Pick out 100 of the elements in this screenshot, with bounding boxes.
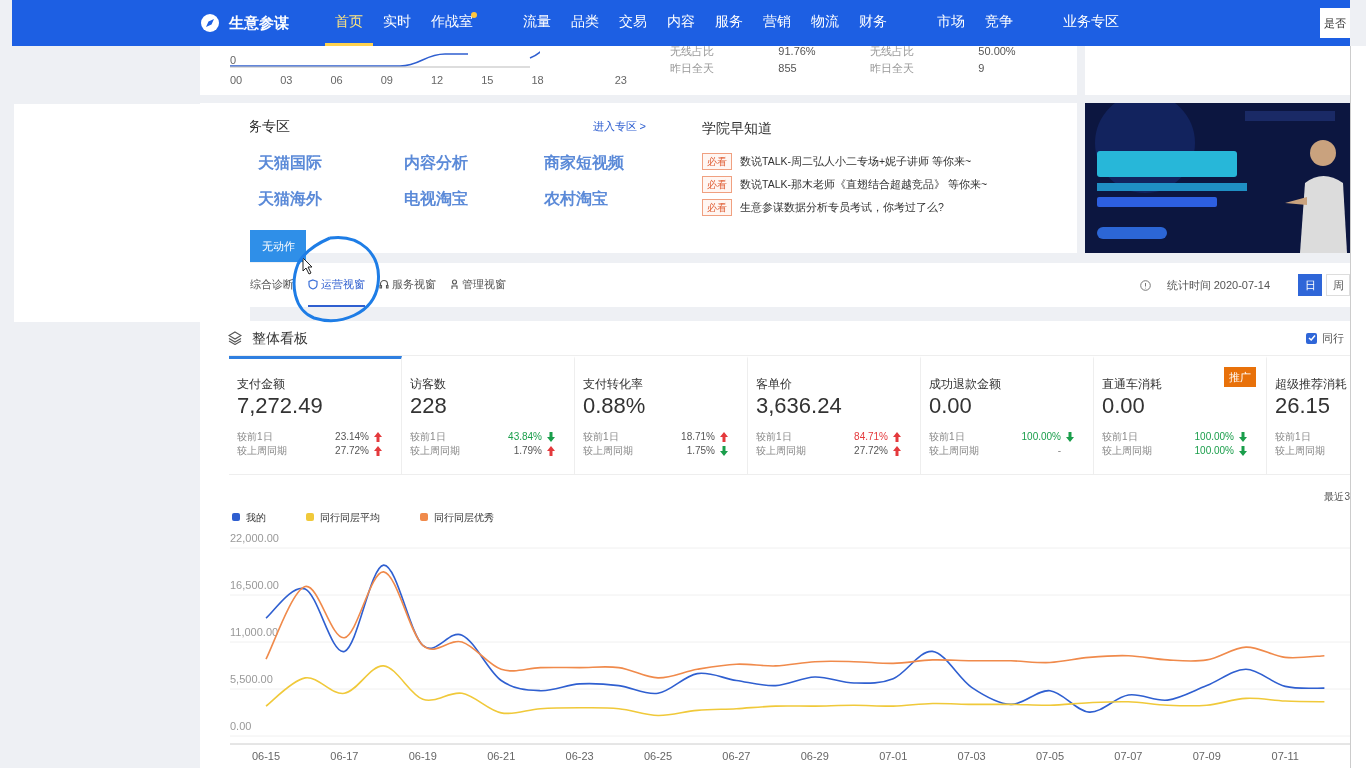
zone-link[interactable]: 内容分析 [404, 151, 544, 175]
stat-label: 昨日全天 [670, 60, 715, 76]
compare-label: 较前1日 [1275, 430, 1312, 444]
metric-label: 访客数 [410, 376, 446, 393]
compare-label: 较上周同期 [583, 444, 634, 458]
hour-tick-label: 09 [380, 73, 393, 88]
nav-item[interactable]: 作战室 [421, 0, 483, 46]
metric-value: 0.88% [583, 392, 647, 420]
academy-title: 学院早知道 [702, 120, 772, 136]
must-read-tag: 必看 [702, 153, 732, 170]
arrow-down-icon [720, 446, 728, 456]
arrow-down-icon [1066, 432, 1074, 442]
corner-button[interactable]: 是否 [1320, 8, 1350, 38]
y-tick-label: 22,000.00 [230, 532, 279, 544]
change-value: 1.75% [685, 444, 715, 458]
change-value: - [1056, 444, 1061, 458]
hour-tick-label: 23 [614, 73, 627, 88]
stat-label: 无线占比 [870, 44, 915, 59]
stat-label: 昨日全天 [870, 60, 915, 76]
metric-card[interactable]: 成功退款金额 0.00 较前1日 100.00% 较上周同期 - [921, 356, 1094, 474]
compare-label: 较上周同期 [1275, 444, 1326, 458]
x-tick-label: 06-27 [722, 750, 751, 762]
zone-link[interactable]: 天猫海外 [258, 187, 404, 211]
metric-card[interactable]: 支付金额 7,272.49 较前1日 23.14% 较上周同期 27.72% [229, 356, 402, 474]
metric-label: 超级推荐消耗 [1275, 376, 1347, 393]
academy-link[interactable]: 生意参谋数据分析专员考试，你考过了么? [740, 199, 944, 216]
hour-tick-label: 12 [431, 73, 444, 88]
compare-label: 较前1日 [1102, 430, 1139, 444]
nav-item[interactable]: 流量 [513, 0, 561, 46]
compare-label: 较前1日 [756, 430, 793, 444]
x-tick-label: 07-05 [1035, 750, 1065, 762]
board-title: 整体看板 [252, 328, 308, 348]
metric-card[interactable]: 支付转化率 0.88% 较前1日 18.71% 较上周同期 1.75% [575, 356, 748, 474]
y-tick-label: 0.00 [230, 720, 252, 732]
change-value: 18.71% [680, 430, 715, 444]
x-tick-label: 06-25 [643, 750, 673, 762]
must-read-tag: 必看 [702, 176, 732, 193]
metric-value: 0.00 [929, 392, 973, 420]
x-tick-label: 06-23 [565, 750, 594, 762]
zone-link[interactable]: 电视淘宝 [404, 187, 544, 211]
zone-link[interactable]: 商家短视频 [544, 151, 684, 175]
metric-value: 3,636.24 [756, 392, 843, 420]
hour-tick-label: 06 [330, 73, 343, 88]
nav-item[interactable]: 业务专区 [1053, 0, 1129, 46]
nav-item[interactable]: 物流 [801, 0, 849, 46]
change-value: 1.79% [512, 444, 542, 458]
promotion-badge[interactable]: 推广 [1224, 367, 1256, 387]
y-tick-label: 16,500.00 [230, 579, 279, 591]
view-tab[interactable]: 管理视窗 [450, 263, 506, 307]
period-button[interactable]: 日 [1298, 274, 1322, 296]
nav-item[interactable]: 服务 [705, 0, 753, 46]
no-action-button[interactable]: 无动作 [250, 230, 306, 262]
metric-label: 支付转化率 [583, 376, 643, 393]
x-tick-label: 07-01 [879, 750, 908, 762]
change-value: 100.00% [1193, 444, 1234, 458]
nav-item[interactable]: 内容 [657, 0, 705, 46]
compare-label: 较前1日 [929, 430, 966, 444]
period-button[interactable]: 周 [1326, 274, 1350, 296]
compare-label: 较上周同期 [1102, 444, 1153, 458]
zone-link[interactable]: 天猫国际 [258, 151, 404, 175]
metric-card[interactable]: 客单价 3,636.24 较前1日 84.71% 较上周同期 27.72% [748, 356, 921, 474]
metric-label: 支付金额 [237, 376, 285, 393]
logo-text: 生意参谋 [229, 12, 289, 33]
academy-link[interactable]: 数说TALK-那木老师《直翅结合超越竞品》 等你来~ [740, 176, 988, 193]
metric-card[interactable]: 直通车消耗 推广 0.00 较前1日 100.00% 较上周同期 100.00% [1094, 356, 1267, 474]
peer-checkbox[interactable] [1306, 332, 1317, 344]
metric-card[interactable]: 访客数 228 较前1日 43.84% 较上周同期 1.79% [402, 356, 575, 474]
academy-link[interactable]: 数说TALK-周二弘人小二专场+妮子讲师 等你来~ [740, 153, 972, 170]
x-tick-label: 06-19 [408, 750, 437, 762]
stat-value: 50.00% [978, 44, 1017, 59]
view-tab[interactable]: 服务视窗 [379, 263, 436, 307]
nav-item[interactable]: 品类 [561, 0, 609, 46]
nav-item[interactable]: 财务 [849, 0, 897, 46]
compare-label: 较前1日 [237, 430, 274, 444]
compare-label: 较上周同期 [756, 444, 807, 458]
compare-label: 较前1日 [583, 430, 620, 444]
view-tab[interactable]: 综合诊断 [250, 263, 294, 307]
nav-item[interactable]: 竞争 [975, 0, 1023, 46]
zone-link[interactable]: 农村淘宝 [544, 187, 684, 211]
compass-logo-icon [200, 13, 220, 33]
recent-range-link[interactable]: 最近3 [1324, 489, 1350, 504]
nav-item[interactable]: 市场 [927, 0, 975, 46]
change-value: 100.00% [1020, 430, 1061, 444]
metric-label: 直通车消耗 [1102, 376, 1162, 393]
nav-item[interactable]: 交易 [609, 0, 657, 46]
x-tick-label: 07-03 [957, 750, 986, 762]
y-tick-label: 5,500.00 [230, 673, 273, 685]
change-value: 84.71% [853, 430, 888, 444]
metric-value: 0.00 [1102, 392, 1146, 420]
must-read-tag: 必看 [702, 199, 732, 216]
stat-label: 无线占比 [670, 44, 715, 59]
arrow-down-icon [547, 432, 555, 442]
x-tick-label: 06-15 [251, 750, 281, 762]
metric-value: 26.15 [1275, 392, 1332, 420]
legend-label: 同行同层优秀 [434, 510, 494, 525]
nav-item[interactable]: 实时 [373, 0, 421, 46]
nav-item[interactable]: 营销 [753, 0, 801, 46]
enter-zone-link[interactable]: 进入专区 > [592, 118, 646, 135]
x-tick-label: 06-17 [330, 750, 359, 762]
hour-tick-label: 18 [531, 73, 544, 88]
